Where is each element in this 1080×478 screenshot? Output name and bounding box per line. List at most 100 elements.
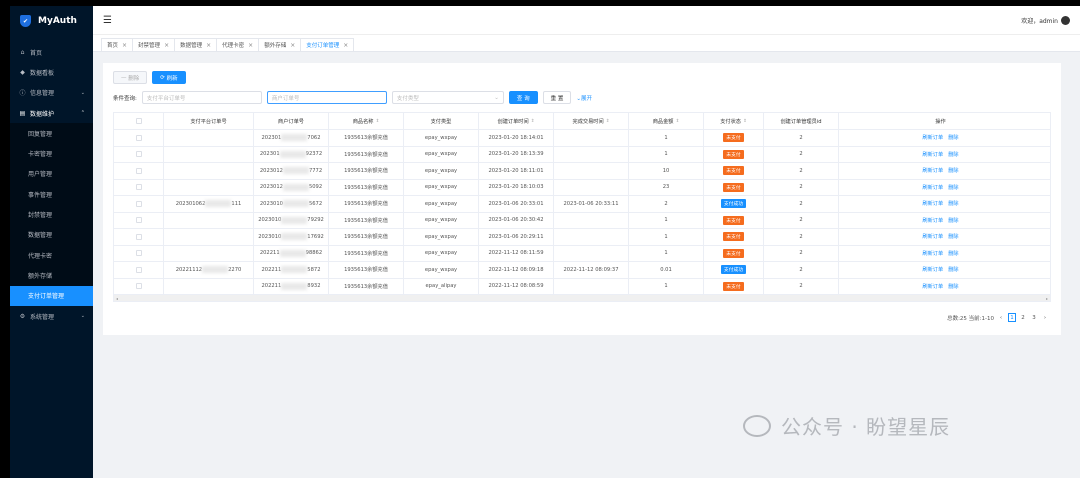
horizontal-scrollbar[interactable]: ◂ ▸ [114,295,1050,301]
page-number[interactable]: 3 [1030,313,1038,322]
refresh-order-link[interactable]: 刷新订单 [922,266,943,273]
merchant-order-prefix: 202211 [261,266,282,273]
platform-order-input[interactable]: 支付平台订单号 [141,91,262,104]
delete-row-link[interactable]: 删除 [948,184,958,191]
row-checkbox[interactable] [135,233,142,240]
table-row: 2023012 5092 1935613余额充值 epay_wxpay 2023-01-… [114,179,1050,196]
refresh-button[interactable]: ⟳ 刷新 [152,71,186,84]
refresh-order-link[interactable]: 刷新订单 [922,184,943,191]
prev-page-icon[interactable]: ‹ [997,313,1005,322]
pay-type-select[interactable]: 支付类型 ⌄ [391,91,504,104]
row-checkbox[interactable] [135,151,142,158]
refresh-order-link[interactable]: 刷新订单 [922,217,943,224]
delete-row-link[interactable]: 删除 [948,217,958,224]
tab-5[interactable]: 支付订单管理 × [300,38,355,51]
page-number[interactable]: 2 [1019,313,1027,322]
sidebar-item-4[interactable]: 回复管理 [10,123,93,144]
sidebar-item-10[interactable]: 代理卡密 [10,244,93,266]
row-checkbox[interactable] [135,250,142,257]
sidebar-item-11[interactable]: 额外存储 [10,265,93,286]
close-icon[interactable]: × [248,42,253,49]
user-area[interactable]: 欢迎，admin [1021,15,1070,25]
sort-icon[interactable]: ⇕ [375,119,379,124]
sort-icon[interactable]: ⇕ [743,119,747,124]
scroll-right-icon[interactable]: ▸ [1046,296,1048,301]
delete-row-link[interactable]: 删除 [948,250,958,257]
platform-order-cell [164,146,254,162]
amount-cell: 10 [629,163,704,179]
sidebar-item-6[interactable]: 用户管理 [10,163,93,185]
platform-order-placeholder: 支付平台订单号 [146,95,186,102]
row-checkbox[interactable] [135,283,142,290]
row-checkbox[interactable] [135,266,142,273]
delete-row-link[interactable]: 删除 [948,200,958,207]
expand-link[interactable]: ⌄展开 [576,94,592,102]
column-header: 操作 [839,113,1042,129]
sidebar-item-3[interactable]: ▤ 数据维护 ⌃ [10,103,93,123]
row-checkbox[interactable] [135,134,142,141]
next-page-icon[interactable]: › [1041,313,1049,322]
refresh-order-link[interactable]: 刷新订单 [922,283,943,290]
delete-row-link[interactable]: 删除 [948,151,958,158]
refresh-order-link[interactable]: 刷新订单 [922,250,943,257]
tab-3[interactable]: 代理卡密 × [216,38,260,51]
status-cell: 未支付 [704,212,764,228]
tab-label: 额外存储 [264,43,287,49]
row-checkbox[interactable] [135,200,142,207]
close-icon[interactable]: × [206,42,211,49]
query-button[interactable]: 查 询 [508,91,538,104]
sidebar-item-2[interactable]: ⓘ 信息管理 ⌄ [10,83,93,103]
sidebar-item-13[interactable]: ⚙ 系统管理 ⌄ [10,306,93,326]
menu-fold-icon[interactable]: ☰ [103,15,112,26]
refresh-order-link[interactable]: 刷新订单 [922,167,943,174]
avatar[interactable] [1061,15,1070,25]
row-checkbox[interactable] [135,184,142,191]
tags-view: 首页 × 封禁管理 × 数据管理 × 代理卡密 × 额外存储 × 支付订单管理 × [93,35,1080,52]
close-icon[interactable]: × [290,42,295,49]
tab-0[interactable]: 首页 × [101,38,134,51]
sort-icon[interactable]: ⇕ [675,119,679,124]
refresh-order-link[interactable]: 刷新订单 [922,134,943,141]
delete-button[interactable]: — 删除 [113,71,148,84]
sidebar-item-8[interactable]: 封禁管理 [10,204,93,225]
delete-row-link[interactable]: 删除 [948,266,958,273]
sidebar-item-0[interactable]: ⌂ 首页 [10,42,93,62]
actions-cell: 刷新订单 删除 [839,246,1042,262]
page-number[interactable]: 1 [1008,313,1016,322]
refresh-order-link[interactable]: 刷新订单 [922,200,943,207]
column-header-label: 创建订单管理员id [780,118,822,125]
refresh-order-link[interactable]: 刷新订单 [922,151,943,158]
delete-row-link[interactable]: 删除 [948,167,958,174]
sort-icon[interactable]: ⇕ [531,119,535,124]
logo[interactable]: ✔ MyAuth [10,6,93,36]
sidebar-item-5[interactable]: 卡密管理 [10,143,93,164]
reset-button[interactable]: 重 置 [542,91,572,104]
delete-row-link[interactable]: 删除 [948,233,958,240]
close-icon[interactable]: × [122,42,127,49]
refresh-order-link[interactable]: 刷新订单 [922,233,943,240]
sidebar-item-12[interactable]: 支付订单管理 [10,285,93,306]
minus-icon: — [121,74,129,81]
tab-2[interactable]: 数据管理 × [174,38,218,51]
delete-row-link[interactable]: 删除 [948,134,958,141]
dashboard-icon: ◆ [20,68,25,76]
sidebar-item-label: 额外存储 [28,272,53,280]
close-icon[interactable]: × [343,42,348,49]
tab-1[interactable]: 封禁管理 × [132,38,176,51]
sort-icon[interactable]: ⇕ [606,119,610,124]
row-checkbox[interactable] [135,167,142,174]
close-icon[interactable]: × [164,42,169,49]
row-checkbox[interactable] [135,217,142,224]
sidebar-item-1[interactable]: ◆ 数据看板 [10,62,93,82]
chevron-down-icon: ⌄ [80,89,85,96]
delete-row-link[interactable]: 删除 [948,283,958,290]
scroll-left-icon[interactable]: ◂ [116,296,118,301]
merchant-order-input[interactable]: 商户订单号 [266,91,387,104]
select-all-checkbox[interactable] [135,118,142,124]
tab-4[interactable]: 额外存储 × [258,38,302,51]
column-header: 商品名称 ⇕ [329,113,404,129]
amount-cell: 1 [629,146,704,162]
sidebar-item-7[interactable]: 事件管理 [10,184,93,205]
sidebar-item-9[interactable]: 数据管理 [10,224,93,245]
column-header: 支付类型 [404,113,479,129]
